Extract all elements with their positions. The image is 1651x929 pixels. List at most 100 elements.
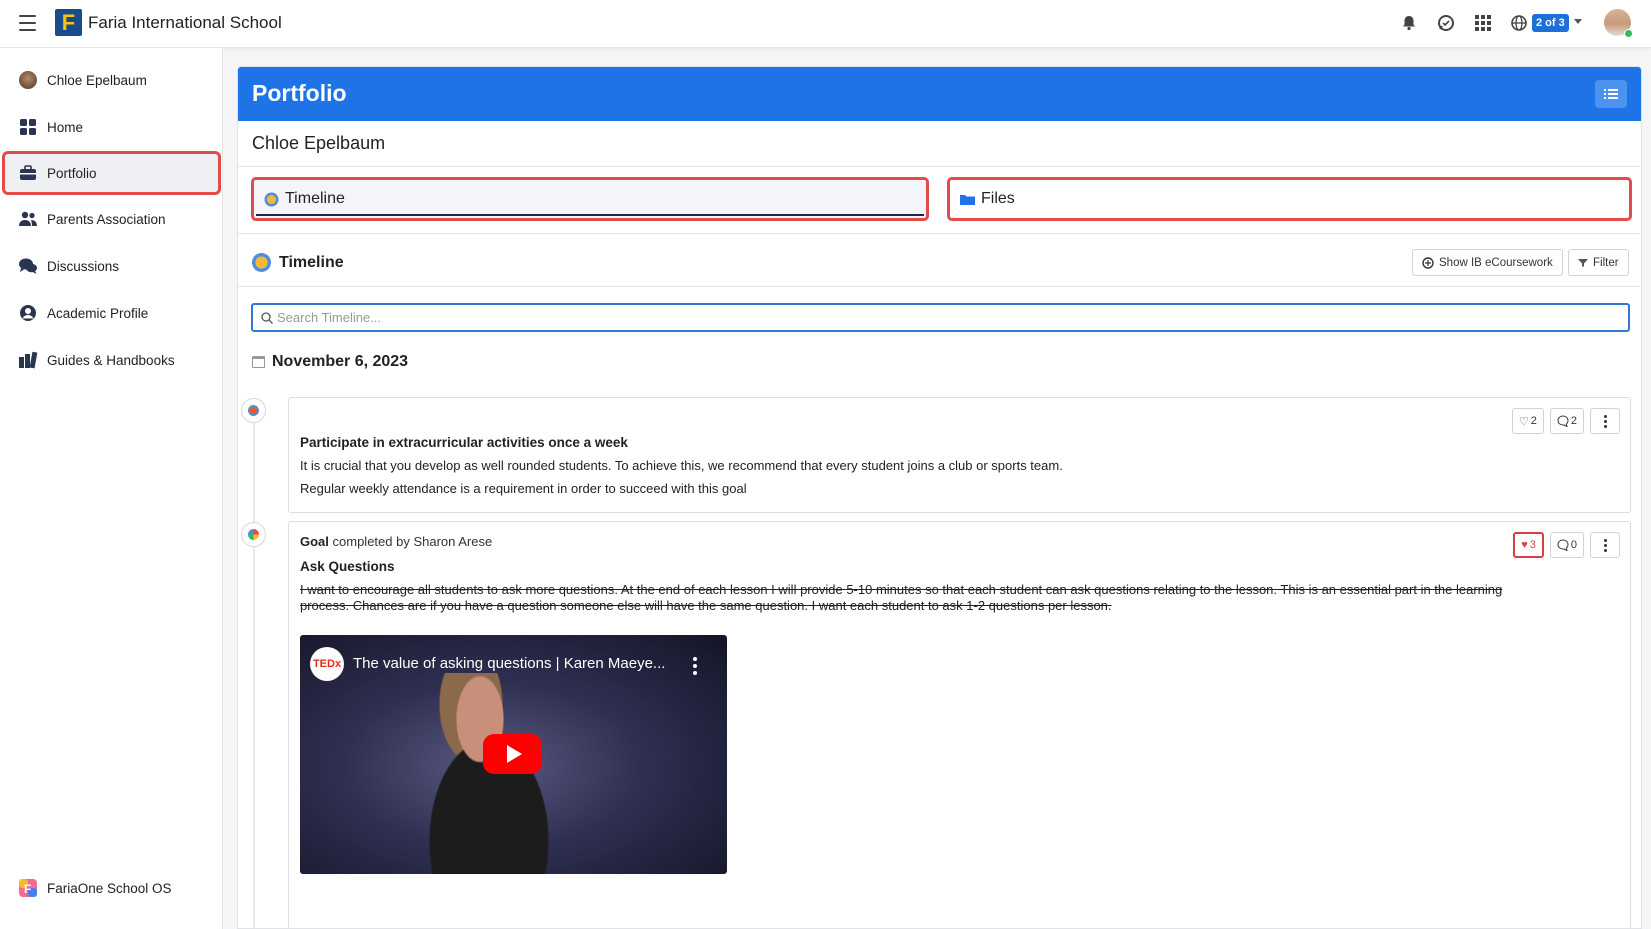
avatar xyxy=(18,70,38,90)
sidebar-item-portfolio[interactable]: Portfolio xyxy=(2,151,221,195)
play-icon xyxy=(506,745,522,763)
entry-actions: ♥ 3 0 xyxy=(1513,532,1620,558)
sidebar: Chloe Epelbaum Home Portfolio Parents As… xyxy=(0,48,223,929)
heart-icon: ♡ xyxy=(1518,415,1529,428)
school-switcher-badge[interactable]: 2 of 3 xyxy=(1532,14,1569,32)
search-input[interactable]: Search Timeline... xyxy=(251,303,1630,332)
top-bar: F Faria International School 2 of 3 xyxy=(0,0,1651,48)
sidebar-footer-fariaone[interactable]: F FariaOne School OS xyxy=(4,868,219,908)
timeline-icon xyxy=(264,192,279,207)
video-title[interactable]: The value of asking questions | Karen Ma… xyxy=(353,655,665,672)
entry-type: Goal xyxy=(300,534,329,549)
search-icon xyxy=(261,311,273,324)
sidebar-item-guides-handbooks[interactable]: Guides & Handbooks xyxy=(4,340,219,380)
sidebar-item-home[interactable]: Home xyxy=(4,107,219,147)
chat-bubbles-icon xyxy=(18,256,38,276)
timeline-entry: Goal completed by Sharon Arese ♥ 3 0 Ask… xyxy=(288,521,1631,928)
search-placeholder: Search Timeline... xyxy=(277,310,382,325)
globe-icon[interactable] xyxy=(1510,14,1528,32)
calendar-icon xyxy=(252,356,265,368)
video-menu-icon[interactable] xyxy=(693,657,697,675)
people-icon xyxy=(18,209,38,229)
channel-logo: TEDx xyxy=(310,647,344,681)
sidebar-item-label: Academic Profile xyxy=(47,305,149,321)
timeline-node xyxy=(241,522,266,547)
entry-body: I want to encourage all students to ask … xyxy=(300,582,1503,613)
dashboard-icon xyxy=(18,117,38,137)
comment-count: 2 xyxy=(1570,415,1577,427)
section-title: Timeline xyxy=(252,253,344,272)
comment-icon xyxy=(1557,415,1569,427)
fariaone-logo-icon: F xyxy=(18,878,38,898)
hamburger-icon[interactable] xyxy=(19,15,36,31)
button-label: Show IB eCoursework xyxy=(1439,256,1553,269)
books-icon xyxy=(18,350,38,370)
online-status-dot xyxy=(1624,29,1633,38)
sidebar-item-label: Guides & Handbooks xyxy=(47,352,175,368)
list-icon xyxy=(1604,89,1618,99)
entry-title: Participate in extracurricular activitie… xyxy=(300,435,628,450)
button-label: Filter xyxy=(1593,256,1619,269)
entry-title: Ask Questions xyxy=(300,559,395,574)
chevron-down-icon[interactable] xyxy=(1574,19,1582,24)
like-count: 3 xyxy=(1529,539,1536,551)
timeline-date: November 6, 2023 xyxy=(252,353,408,371)
filter-icon xyxy=(1578,258,1588,267)
sidebar-item-label: Home xyxy=(47,119,84,135)
timeline-entry: ♡ 2 2 Participate in extracurricular act… xyxy=(288,397,1631,513)
page-title: Portfolio xyxy=(252,80,347,106)
date-label: November 6, 2023 xyxy=(272,353,409,370)
sidebar-item-academic-profile[interactable]: Academic Profile xyxy=(4,293,219,333)
divider xyxy=(238,233,1641,234)
sidebar-item-label: Parents Association xyxy=(47,211,166,227)
sidebar-item-profile[interactable]: Chloe Epelbaum xyxy=(4,60,219,100)
bell-icon[interactable] xyxy=(1400,14,1418,32)
entry-menu-button[interactable] xyxy=(1590,532,1620,558)
chat-icon[interactable] xyxy=(1437,14,1455,32)
list-view-button[interactable] xyxy=(1595,80,1627,108)
sidebar-item-discussions[interactable]: Discussions xyxy=(4,246,219,286)
folder-icon xyxy=(960,192,975,207)
entry-text: It is crucial that you develop as well r… xyxy=(300,458,1063,473)
portfolio-header: Portfolio xyxy=(238,67,1641,121)
divider xyxy=(238,166,1641,167)
student-name: Chloe Epelbaum xyxy=(252,133,386,153)
sidebar-footer-label: FariaOne School OS xyxy=(47,880,172,896)
school-logo[interactable]: F xyxy=(55,9,82,36)
portfolio-panel: Portfolio Chloe Epelbaum Timeline Files … xyxy=(237,66,1642,929)
comment-count: 0 xyxy=(1570,539,1577,551)
svg-text:F: F xyxy=(24,882,31,896)
tab-label: Files xyxy=(981,190,1015,207)
briefcase-icon xyxy=(18,163,38,183)
kebab-icon xyxy=(1603,414,1607,428)
sidebar-item-label: Chloe Epelbaum xyxy=(47,72,147,88)
school-name[interactable]: Faria International School xyxy=(88,13,282,33)
comment-button[interactable]: 0 xyxy=(1549,532,1584,558)
section-title-text: Timeline xyxy=(279,253,344,271)
heart-icon: ♥ xyxy=(1521,539,1528,551)
entry-menu-button[interactable] xyxy=(1590,408,1620,434)
tab-files[interactable]: Files xyxy=(947,177,1632,221)
kebab-icon xyxy=(1603,538,1607,552)
show-ib-ecoursework-button[interactable]: Show IB eCoursework xyxy=(1412,249,1563,276)
tab-timeline[interactable]: Timeline xyxy=(251,177,929,221)
like-button[interactable]: ♡ 2 xyxy=(1511,408,1544,434)
sidebar-item-label: Portfolio xyxy=(47,165,97,181)
comment-icon xyxy=(1557,539,1569,551)
filter-button[interactable]: Filter xyxy=(1568,249,1629,276)
entry-actions: ♡ 2 2 xyxy=(1511,408,1620,434)
entry-meta: Goal completed by Sharon Arese xyxy=(300,534,492,549)
divider xyxy=(238,286,1641,287)
like-button[interactable]: ♥ 3 xyxy=(1513,532,1544,558)
user-circle-icon xyxy=(18,303,38,323)
apps-grid-icon[interactable] xyxy=(1474,14,1492,32)
timeline-node xyxy=(241,398,266,423)
entry-meta-text: completed by Sharon Arese xyxy=(328,534,493,549)
video-embed[interactable]: TEDx The value of asking questions | Kar… xyxy=(300,635,727,874)
active-tab-underline xyxy=(256,214,924,216)
comment-button[interactable]: 2 xyxy=(1549,408,1584,434)
timeline-track xyxy=(253,407,255,928)
play-button[interactable] xyxy=(483,734,542,774)
entry-text: Regular weekly attendance is a requireme… xyxy=(300,481,747,496)
sidebar-item-parents-association[interactable]: Parents Association xyxy=(4,199,219,239)
